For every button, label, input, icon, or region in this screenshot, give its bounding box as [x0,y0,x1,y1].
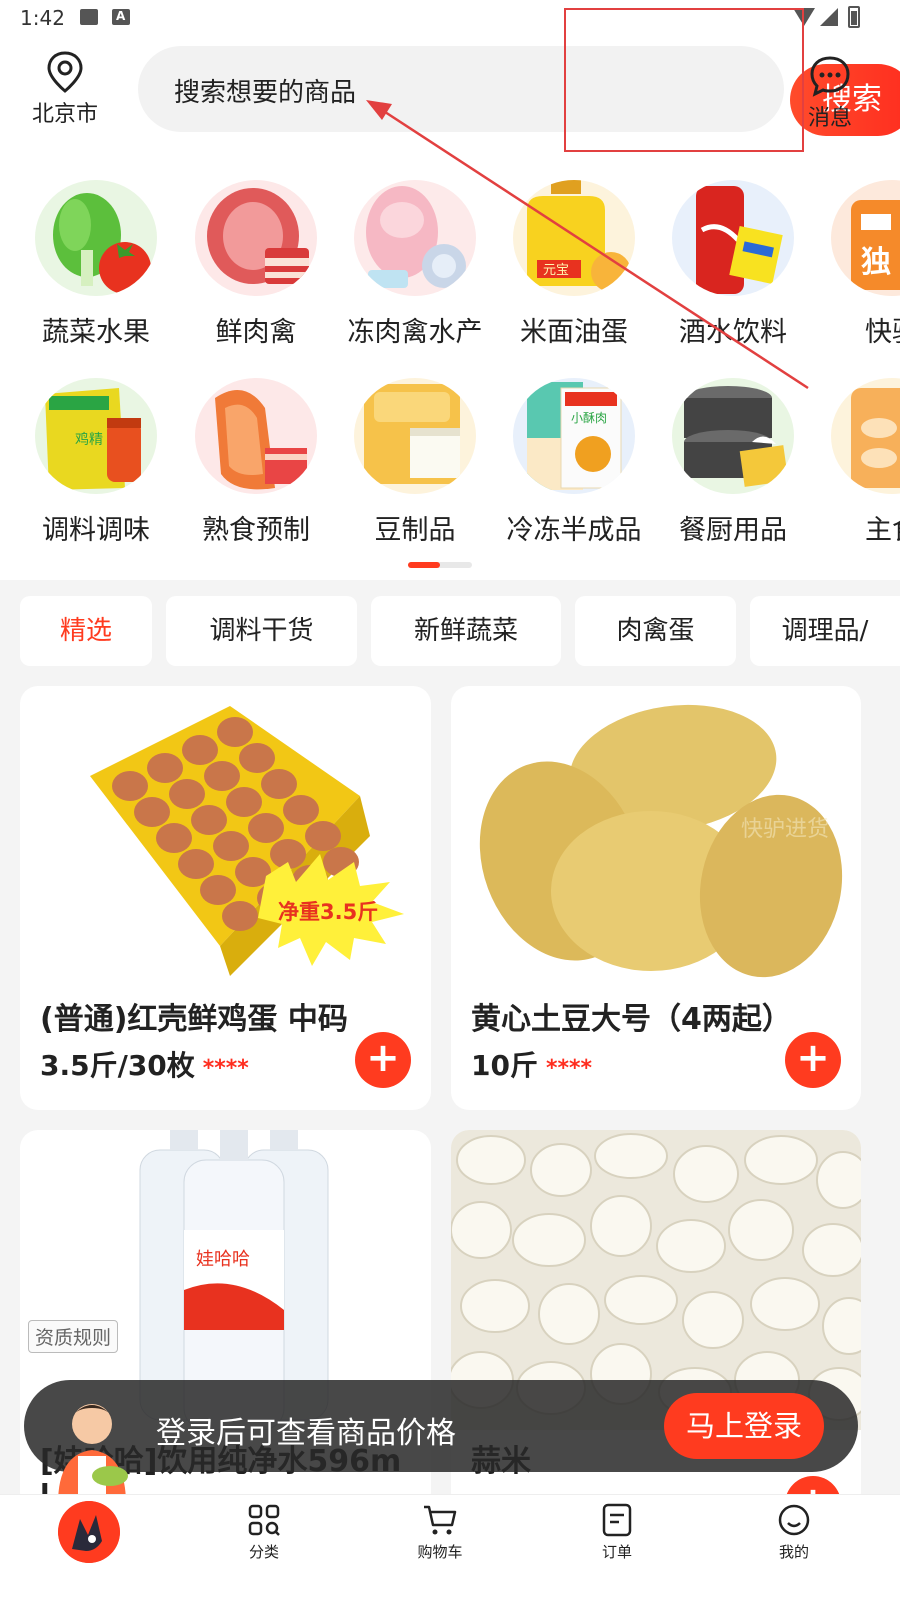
category-label: 豆制品 [374,515,456,546]
category-label: 调料调味 [42,515,150,546]
messages-button[interactable]: 消息 [800,54,860,132]
status-time: 1:42 [20,6,65,30]
profile-icon [778,1504,810,1536]
category-label: 冷冻半成品 [506,515,642,546]
tab-prepared-goods[interactable]: 调理品/ [750,596,900,666]
login-now-button[interactable]: 马上登录 [664,1393,824,1459]
battery-icon [848,6,860,28]
kitchen-supplies-icon [672,378,794,494]
category-staple-food[interactable]: 主食 [812,378,900,547]
messages-label: 消息 [807,106,852,131]
category-seasoning[interactable]: 鸡精 调料调味 [16,378,176,547]
product-spec-text: 10斤 [471,1049,538,1082]
login-prompt-text: 登录后可查看商品价格 [156,1416,456,1451]
product-title: (普通)红壳鲜鸡蛋 中码 [40,1002,348,1037]
category-label: 熟食预制 [202,515,310,546]
message-icon [810,56,850,97]
product-price-hidden: **** [545,1056,592,1081]
product-card-eggs[interactable]: 净重3.5斤 (普通)红壳鲜鸡蛋 中码 3.5斤/30枚 **** + [20,686,431,1110]
fresh-meat-icon [195,180,317,296]
tab-seasoning-dry-goods[interactable]: 调料干货 [166,596,357,666]
signal-icon [820,8,838,26]
tab-meat-poultry-egg[interactable]: 肉禽蛋 [575,596,736,666]
login-prompt-banner: 登录后可查看商品价格 马上登录 [24,1380,858,1472]
category-label: 鲜肉禽 [215,317,297,348]
image-notification-icon [80,9,98,25]
search-placeholder: 搜索想要的商品 [174,78,357,108]
product-spec-text: 3.5斤/30枚 [40,1049,195,1082]
staple-food-icon [831,378,900,494]
svg-text:元宝: 元宝 [543,263,569,278]
frozen-semi-icon: 小酥肉 [513,378,635,494]
add-to-cart-button[interactable]: + [355,1032,411,1088]
drinks-icon [672,180,794,296]
category-label: 主食 [865,515,900,546]
category-pager [408,562,472,568]
nav-orders[interactable]: 订单 [567,1503,667,1562]
category-label: 酒水饮料 [679,317,787,348]
annotation-highlight-box [564,8,804,152]
category-vegetables-fruits[interactable]: 蔬菜水果 [16,180,176,349]
vegetables-icon [35,180,157,296]
category-cooked-food[interactable]: 熟食预制 [176,378,336,547]
bottom-nav: 分类 购物车 订单 我的 [0,1494,900,1600]
category-label: 蔬菜水果 [42,317,150,348]
nav-label: 我的 [778,1543,809,1561]
category-fresh-meat[interactable]: 鲜肉禽 [176,180,336,349]
category-tofu[interactable]: 豆制品 [335,378,495,547]
location-pin-icon [47,51,83,93]
cooked-food-icon [195,378,317,494]
product-price-hidden: **** [202,1056,249,1081]
category-grid: 蔬菜水果 鲜肉禽 冻肉禽水产 元宝 米面油蛋 酒水饮料 独 快 鸡精 调料调味 … [0,166,900,580]
order-icon [602,1503,632,1537]
category-icon [248,1504,280,1536]
category-label: 米面油蛋 [520,317,628,348]
product-tabs: 精选 调料干货 新鲜蔬菜 肉禽蛋 调理品/ [0,596,900,668]
svg-text:鸡精: 鸡精 [75,431,103,448]
category-frozen-semi-finished[interactable]: 小酥肉 冷冻半成品 [494,378,654,547]
product-image-potatoes: 快驴进货 [479,704,843,978]
product-card-potatoes[interactable]: 快驴进货 黄心土豆大号（4两起） 10斤 **** + [451,686,861,1110]
tofu-icon [354,378,476,494]
svg-text:独: 独 [861,245,891,280]
pager-active-dot [408,562,440,568]
category-kitchen-supplies[interactable]: 餐厨用品 [653,378,813,547]
nav-category[interactable]: 分类 [214,1503,314,1562]
add-to-cart-button[interactable]: + [785,1032,841,1088]
product-spec: 10斤 **** [471,1044,592,1084]
svg-text:快驴进货: 快驴进货 [741,817,829,842]
nav-label: 分类 [248,1543,279,1561]
cart-icon [424,1505,457,1535]
category-frozen-meat-seafood[interactable]: 冻肉禽水产 [335,180,495,349]
nav-label: 购物车 [417,1543,463,1561]
product-title: 黄心土豆大号（4两起） [471,1002,792,1037]
tab-fresh-vegetables[interactable]: 新鲜蔬菜 [371,596,561,666]
seasoning-icon: 鸡精 [35,378,157,494]
nav-cart[interactable]: 购物车 [390,1503,490,1562]
rice-oil-icon: 元宝 [513,180,635,296]
category-label: 餐厨用品 [679,515,787,546]
category-label: 冻肉禽水产 [347,317,483,348]
location-selector[interactable]: 北京市 [22,50,108,128]
tab-featured[interactable]: 精选 [20,596,152,666]
category-drinks[interactable]: 酒水饮料 [653,180,813,349]
category-kuailv[interactable]: 独 快驴 [812,180,900,349]
category-rice-noodle-oil-egg[interactable]: 元宝 米面油蛋 [494,180,654,349]
kuailv-icon: 独 [831,180,900,296]
qualification-rules-tag[interactable]: 资质规则 [28,1320,119,1353]
a-notification-icon [112,9,130,25]
frozen-meat-icon [354,180,476,296]
location-label: 北京市 [31,102,98,127]
nav-profile[interactable]: 我的 [744,1503,844,1562]
nav-label: 订单 [601,1543,632,1561]
svg-text:娃哈哈: 娃哈哈 [196,1249,250,1270]
weight-badge: 净重3.5斤 [278,900,379,924]
product-spec: 3.5斤/30枚 **** [40,1044,249,1084]
svg-text:小酥肉: 小酥肉 [571,411,607,425]
chef-avatar-icon [58,1404,128,1504]
category-label: 快驴 [865,317,900,348]
home-logo-icon[interactable] [58,1501,120,1563]
product-image-eggs [90,706,404,976]
